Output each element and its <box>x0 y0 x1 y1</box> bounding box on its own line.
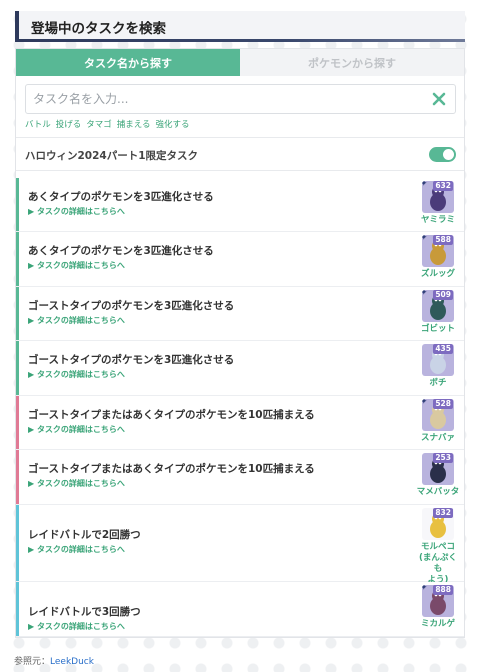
search-input[interactable] <box>26 85 416 113</box>
task-detail-link[interactable]: ▶ タスクの詳細はこちらへ <box>28 315 125 326</box>
tab-pokemon[interactable]: ポケモンから探す <box>240 49 464 76</box>
cp-badge: 888 <box>433 585 453 595</box>
task-row[interactable]: あくタイプのポケモンを3匹進化させる ▶ タスクの詳細はこちらへ 632 ✦ ヤミラミ <box>16 178 464 232</box>
tab-bar: タスク名から探す ポケモンから探す <box>16 49 464 76</box>
sparkle-icon: ✦ <box>422 399 428 407</box>
task-name: ゴーストタイプまたはあくタイプのポケモンを10匹捕まえる <box>28 409 315 421</box>
reward-pokemon-name-line: モルペコ <box>420 542 455 552</box>
task-name: ゴーストタイプまたはあくタイプのポケモンを10匹捕まえる <box>28 463 315 475</box>
footer: 参照元：LeekDuck <box>14 654 94 667</box>
tag-egg[interactable]: タマゴ <box>86 118 112 130</box>
reward-pokemon-name: モルペコ (まんぷくも よう) <box>415 542 461 586</box>
tab-task-name[interactable]: タスク名から探す <box>16 49 240 76</box>
cp-badge: 509 <box>433 290 453 300</box>
task-name: レイドバトルで2回勝つ <box>28 529 141 541</box>
page-title: 登場中のタスクを検索 <box>31 21 166 37</box>
task-row[interactable]: レイドバトルで3回勝つ ▶ タスクの詳細はこちらへ 888 ✦ ミカルゲ <box>16 582 464 637</box>
reward-pokemon[interactable]: 528 ✦ スナバァ <box>415 399 461 444</box>
pokemon-sprite-box: 588 ✦ <box>422 235 454 267</box>
pokemon-sprite-box: 253 <box>422 453 454 485</box>
task-list: あくタイプのポケモンを3匹進化させる ▶ タスクの詳細はこちらへ 632 ✦ ヤミラミあ… <box>16 178 464 637</box>
reward-pokemon[interactable]: 509 ✦ ゴビット <box>415 290 461 335</box>
task-name: ゴーストタイプのポケモンを3匹進化させる <box>28 300 235 312</box>
task-category-stripe <box>16 582 19 636</box>
reward-pokemon-name: ズルッグ <box>420 269 455 279</box>
pokemon-sprite-box: 832 <box>422 508 454 540</box>
reward-pokemon-name-line: (まんぷくも <box>419 553 457 574</box>
search-panel: タスク名から探す ポケモンから探す バトル 投げる タマゴ 捕まえる 強化する … <box>15 48 465 638</box>
task-category-stripe <box>16 178 19 231</box>
reward-pokemon-name: ミカルゲ <box>420 619 455 629</box>
sparkle-icon: ✦ <box>422 181 428 189</box>
cp-badge: 632 <box>433 181 453 191</box>
task-row[interactable]: ゴーストタイプのポケモンを3匹進化させる ▶ タスクの詳細はこちらへ 435 ボチ <box>16 341 464 396</box>
reward-pokemon-name: スナバァ <box>420 433 455 443</box>
sparkle-icon: ✦ <box>422 290 428 298</box>
task-category-stripe <box>16 450 19 504</box>
task-category-stripe <box>16 341 19 395</box>
reward-pokemon[interactable]: 888 ✦ ミカルゲ <box>415 585 461 630</box>
quick-tags: バトル 投げる タマゴ 捕まえる 強化する <box>25 118 190 130</box>
tag-catch[interactable]: 捕まえる <box>117 118 151 130</box>
tag-battle[interactable]: バトル <box>25 118 51 130</box>
task-category-stripe <box>16 396 19 449</box>
task-name: ゴーストタイプのポケモンを3匹進化させる <box>28 354 235 366</box>
task-detail-link[interactable]: ▶ タスクの詳細はこちらへ <box>28 544 125 555</box>
reward-pokemon-name: ゴビット <box>420 324 455 334</box>
cp-badge: 435 <box>433 344 453 354</box>
reward-pokemon-name: ボチ <box>429 378 447 388</box>
task-row[interactable]: ゴーストタイプまたはあくタイプのポケモンを10匹捕まえる ▶ タスクの詳細はこちら… <box>16 396 464 450</box>
reward-pokemon-name: ヤミラミ <box>420 215 455 225</box>
event-filter-toggle[interactable] <box>429 147 456 162</box>
reward-pokemon[interactable]: 832 モルペコ (まんぷくも よう) <box>415 508 461 586</box>
event-filter-row: ハロウィン2024パート1限定タスク <box>16 137 464 171</box>
task-name: あくタイプのポケモンを3匹進化させる <box>28 191 214 203</box>
task-row[interactable]: レイドバトルで2回勝つ ▶ タスクの詳細はこちらへ 832 モルペコ (まんぷくも よう) <box>16 505 464 585</box>
footer-source-link[interactable]: LeekDuck <box>50 657 94 667</box>
reward-pokemon[interactable]: 253 マメバッタ <box>415 453 461 498</box>
reward-pokemon-name: マメバッタ <box>416 487 460 497</box>
event-filter-label: ハロウィン2024パート1限定タスク <box>25 150 199 162</box>
title-bar: 登場中のタスクを検索 <box>15 11 465 42</box>
task-row[interactable]: ゴーストタイプまたはあくタイプのポケモンを10匹捕まえる ▶ タスクの詳細はこちら… <box>16 450 464 505</box>
pokemon-sprite-box: 435 <box>422 344 454 376</box>
cp-badge: 832 <box>433 508 453 518</box>
tag-throw[interactable]: 投げる <box>56 118 82 130</box>
task-detail-link[interactable]: ▶ タスクの詳細はこちらへ <box>28 478 125 489</box>
task-name: あくタイプのポケモンを3匹進化させる <box>28 245 214 257</box>
footer-label: 参照元： <box>14 657 51 667</box>
pokemon-sprite-box: 509 ✦ <box>422 290 454 322</box>
task-detail-link[interactable]: ▶ タスクの詳細はこちらへ <box>28 424 125 435</box>
reward-pokemon[interactable]: 435 ボチ <box>415 344 461 389</box>
search-box <box>25 84 456 114</box>
tag-power-up[interactable]: 強化する <box>156 118 190 130</box>
task-category-stripe <box>16 505 19 581</box>
task-name: レイドバトルで3回勝つ <box>28 606 141 618</box>
sparkle-icon: ✦ <box>422 585 428 593</box>
pokemon-sprite-box: 888 ✦ <box>422 585 454 617</box>
task-detail-link[interactable]: ▶ タスクの詳細はこちらへ <box>28 206 125 217</box>
cp-badge: 253 <box>433 453 453 463</box>
task-detail-link[interactable]: ▶ タスクの詳細はこちらへ <box>28 260 125 271</box>
task-detail-link[interactable]: ▶ タスクの詳細はこちらへ <box>28 621 125 632</box>
task-row[interactable]: ゴーストタイプのポケモンを3匹進化させる ▶ タスクの詳細はこちらへ 509 ✦ ゴビッ… <box>16 287 464 341</box>
task-category-stripe <box>16 232 19 286</box>
reward-pokemon[interactable]: 632 ✦ ヤミラミ <box>415 181 461 226</box>
sparkle-icon: ✦ <box>422 235 428 243</box>
pokemon-sprite-box: 528 ✦ <box>422 399 454 431</box>
cp-badge: 588 <box>433 235 453 245</box>
cp-badge: 528 <box>433 399 453 409</box>
task-category-stripe <box>16 287 19 340</box>
clear-x-icon[interactable] <box>432 92 446 106</box>
reward-pokemon[interactable]: 588 ✦ ズルッグ <box>415 235 461 280</box>
task-detail-link[interactable]: ▶ タスクの詳細はこちらへ <box>28 369 125 380</box>
pokemon-sprite-box: 632 ✦ <box>422 181 454 213</box>
task-row[interactable]: あくタイプのポケモンを3匹進化させる ▶ タスクの詳細はこちらへ 588 ✦ ズルッグ <box>16 232 464 287</box>
